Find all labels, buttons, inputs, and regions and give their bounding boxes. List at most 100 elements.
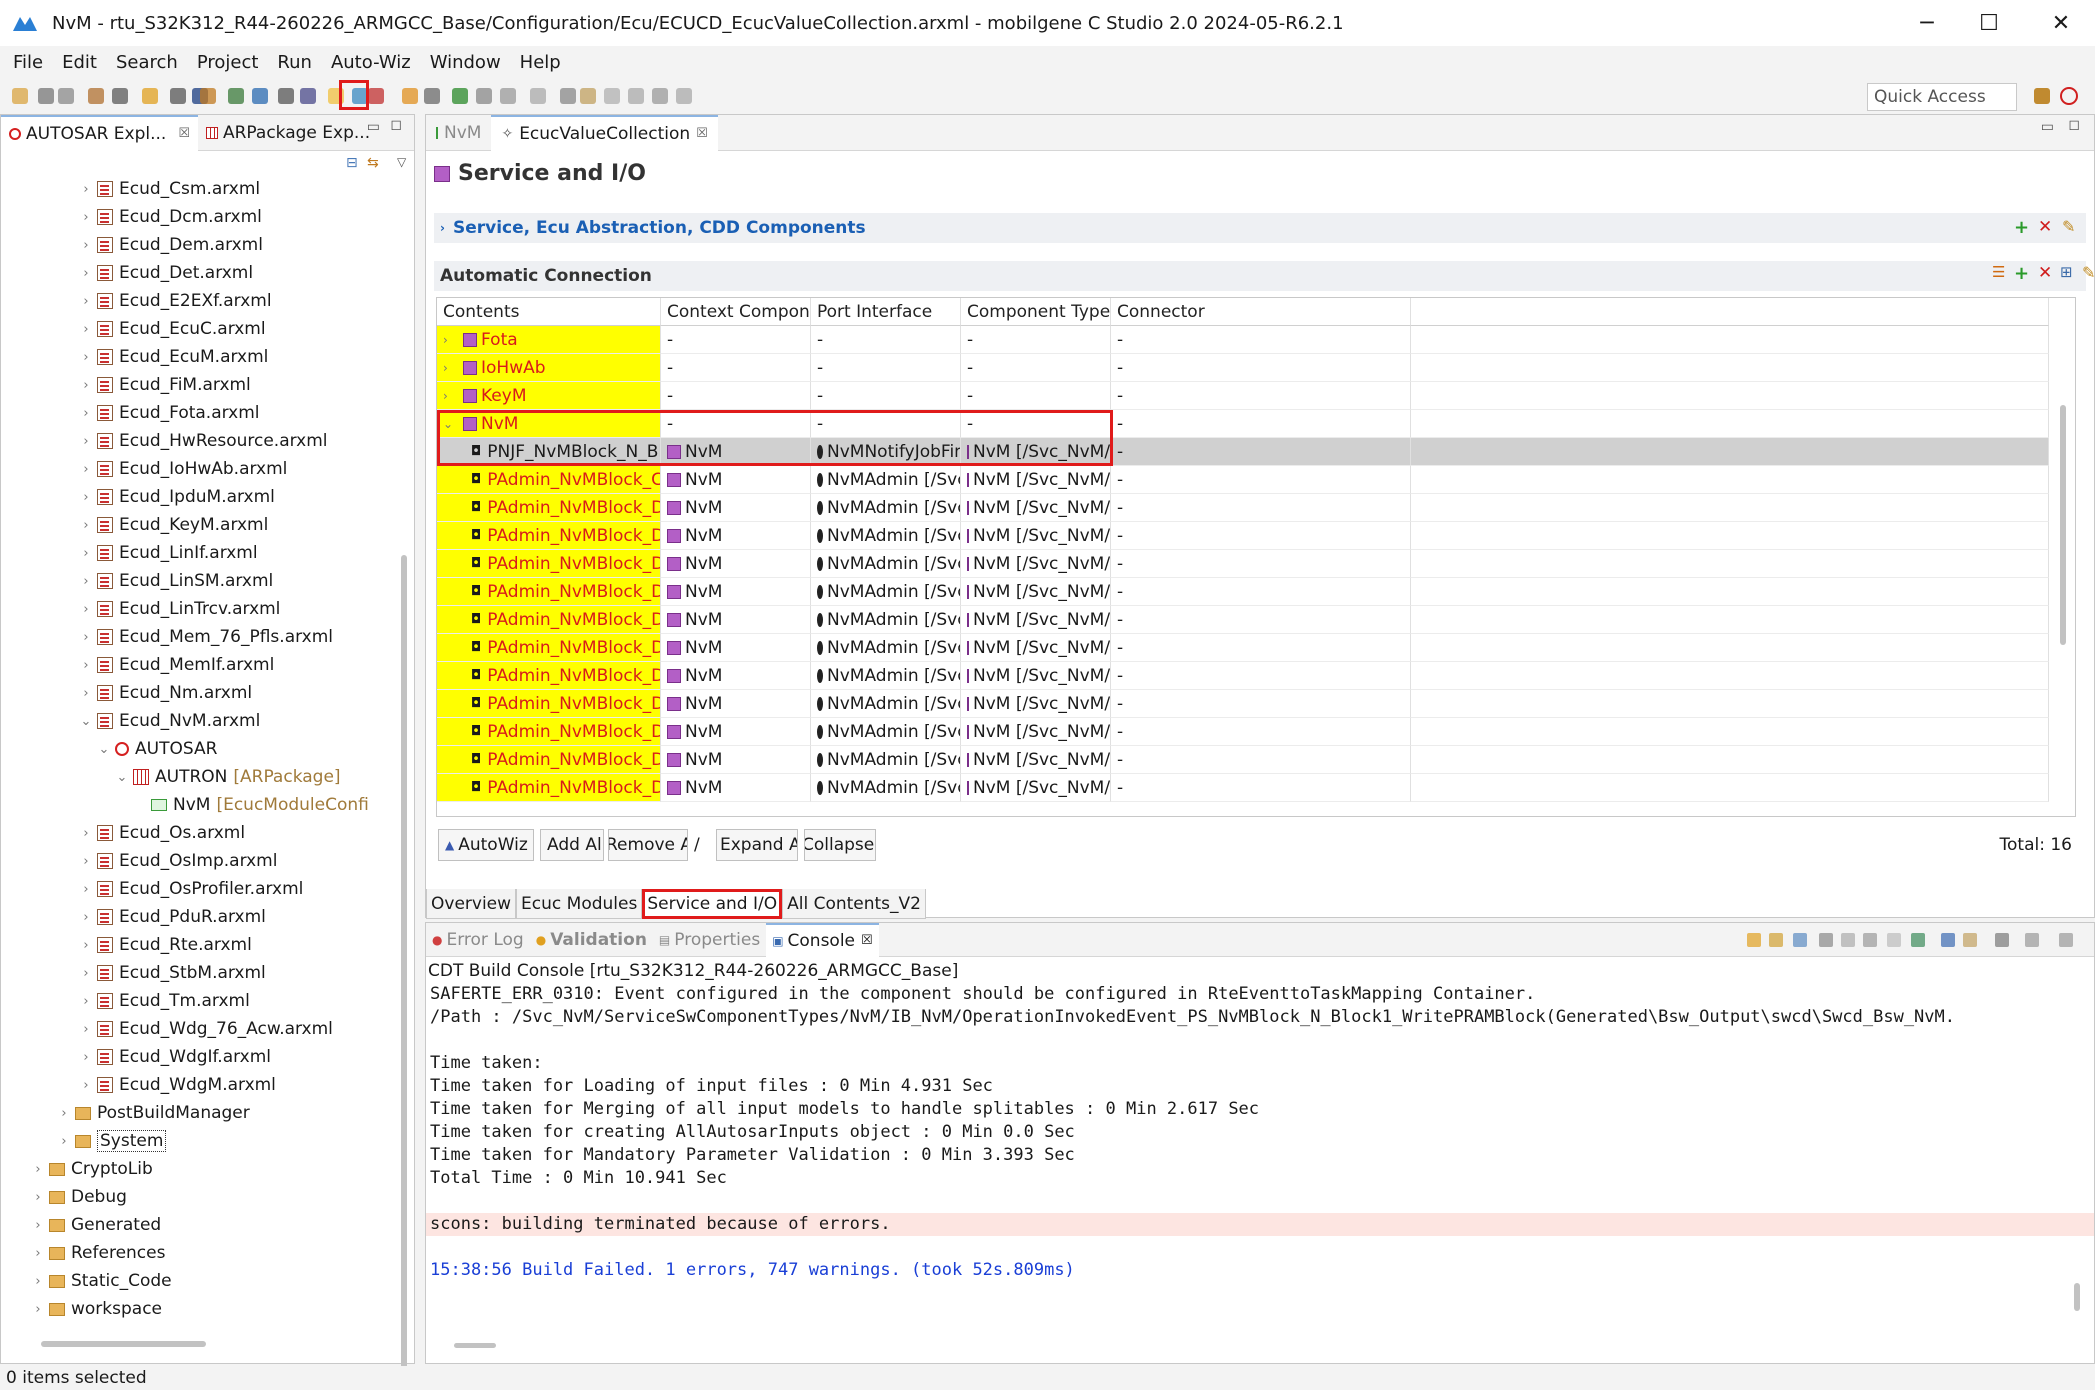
tree-hscrollbar[interactable] — [41, 1341, 206, 1347]
toolbar-tool-icon[interactable] — [628, 88, 644, 104]
cell-port[interactable]: NvMAdmin [/Svc_N... — [811, 606, 961, 634]
toolbar-tool-icon[interactable] — [530, 88, 546, 104]
chevron-icon[interactable]: › — [79, 1022, 93, 1037]
toolbar-tool-icon[interactable] — [476, 88, 492, 104]
minimize-button[interactable]: ─ — [1896, 0, 1958, 46]
table-row[interactable]: ◘ PAdmin_NvMBlock_DemMir NvM NvMAdmin [/Svc… — [437, 522, 2049, 550]
cell-contents[interactable]: › IoHwAb — [437, 354, 661, 382]
cell-conn[interactable]: - — [1111, 410, 1411, 438]
close-tab-icon[interactable]: ☒ — [861, 933, 873, 948]
maximize-editor-icon[interactable]: ◻ — [2068, 117, 2080, 133]
toolbar-tool-icon[interactable] — [452, 88, 468, 104]
minimize-view-icon[interactable]: ▭ — [367, 119, 380, 135]
cell-conn[interactable]: - — [1111, 774, 1411, 802]
chevron-icon[interactable]: › — [79, 574, 93, 589]
cell-type[interactable]: NvM [/Svc_NvM/Se... — [961, 606, 1111, 634]
menu-item-help[interactable]: Help — [520, 52, 561, 73]
toolbar-tool-icon[interactable] — [278, 88, 294, 104]
column-header[interactable]: Contents — [437, 298, 661, 326]
chevron-icon[interactable]: › — [79, 658, 93, 673]
cell-ctx[interactable]: - — [661, 326, 811, 354]
cell-type[interactable]: NvM [/Svc_NvM/Se... — [961, 690, 1111, 718]
chevron-icon[interactable]: › — [79, 1050, 93, 1065]
chevron-icon[interactable]: › — [443, 389, 453, 403]
cell-conn[interactable]: - — [1111, 326, 1411, 354]
page-tab-ecuc-modules[interactable]: Ecuc Modules — [516, 889, 643, 919]
cell-conn[interactable]: - — [1111, 606, 1411, 634]
link-with-editor-icon[interactable]: ⇆ — [367, 155, 379, 171]
chevron-icon[interactable]: › — [79, 630, 93, 645]
chevron-icon[interactable]: › — [79, 910, 93, 925]
toolbar-tool-icon[interactable] — [500, 88, 516, 104]
tree-item[interactable]: › Ecud_OsProfiler.arxml — [1, 875, 396, 903]
cell-contents[interactable]: ◘ PAdmin_NvMBlock_ConfigID — [437, 466, 661, 494]
collapse-all-icon[interactable]: ⊟ — [346, 155, 358, 171]
chevron-icon[interactable]: › — [31, 1218, 45, 1233]
chevron-icon[interactable]: › — [31, 1246, 45, 1261]
remove-icon[interactable] — [1863, 933, 1877, 947]
edit-icon[interactable]: ✎ — [2062, 217, 2075, 236]
chevron-icon[interactable]: › — [79, 434, 93, 449]
cell-type[interactable]: NvM [/Svc_NvM/Se... — [961, 550, 1111, 578]
cell-ctx[interactable]: NvM — [661, 774, 811, 802]
chevron-icon[interactable]: › — [79, 490, 93, 505]
tree-item[interactable]: ⌄ AUTRON [ARPackage] — [1, 763, 396, 791]
toolbar-tool-icon[interactable] — [58, 88, 74, 104]
cell-contents[interactable]: ◘ PAdmin_NvMBlock_DemMir — [437, 578, 661, 606]
toolbar-tool-icon[interactable] — [424, 88, 440, 104]
cell-port[interactable]: NvMAdmin [/Svc_N... — [811, 662, 961, 690]
column-header[interactable]: Context Component — [661, 298, 811, 326]
tab-console[interactable]: ▣ Console ☒ — [766, 922, 879, 957]
chevron-icon[interactable]: › — [31, 1302, 45, 1317]
remove-a-button[interactable]: Remove A — [608, 829, 688, 861]
tree-item[interactable]: › Ecud_Wdg_76_Acw.arxml — [1, 1015, 396, 1043]
table-row[interactable]: › KeyM - - - - — [437, 382, 2049, 410]
cell-conn[interactable]: - — [1111, 438, 1411, 466]
chevron-icon[interactable]: ⌄ — [79, 714, 93, 729]
cell-ctx[interactable]: NvM — [661, 550, 811, 578]
edit-connection-icon[interactable]: ✎ — [2082, 263, 2095, 282]
display-console-icon[interactable] — [1941, 933, 1955, 947]
cell-type[interactable]: NvM [/Svc_NvM/Se... — [961, 634, 1111, 662]
tab-nvm[interactable]: NvM — [426, 115, 491, 151]
chevron-icon[interactable]: › — [31, 1274, 45, 1289]
tree-item[interactable]: › Ecud_LinSM.arxml — [1, 567, 396, 595]
minimize-editor-icon[interactable]: ▭ — [2041, 119, 2054, 135]
cell-port[interactable]: - — [811, 382, 961, 410]
cell-contents[interactable]: ◘ PAdmin_NvMBlock_DemPer — [437, 634, 661, 662]
cell-conn[interactable]: - — [1111, 690, 1411, 718]
close-tab-icon[interactable]: ☒ — [696, 126, 708, 141]
add-connection-icon[interactable]: + — [2014, 263, 2029, 284]
chevron-icon[interactable]: › — [79, 350, 93, 365]
chevron-icon[interactable]: › — [79, 462, 93, 477]
tree-item[interactable]: › CryptoLib — [1, 1155, 396, 1183]
table-row[interactable]: ◘ PAdmin_NvMBlock_DemPri NvM NvMAdmin [/Svc… — [437, 746, 2049, 774]
chevron-icon[interactable]: › — [79, 826, 93, 841]
cell-ctx[interactable]: - — [661, 382, 811, 410]
chevron-icon[interactable]: › — [79, 266, 93, 281]
tree-item[interactable]: › Ecud_Det.arxml — [1, 259, 396, 287]
cell-port[interactable]: NvMAdmin [/Svc_N... — [811, 466, 961, 494]
chevron-icon[interactable]: › — [79, 322, 93, 337]
chevron-icon[interactable]: › — [57, 1134, 71, 1149]
word-wrap-icon[interactable] — [1769, 933, 1783, 947]
cell-conn[interactable]: - — [1111, 746, 1411, 774]
tab-validation[interactable]: ● Validation — [530, 923, 653, 957]
chevron-icon[interactable]: › — [79, 406, 93, 421]
cell-ctx[interactable]: NvM — [661, 578, 811, 606]
tree-item[interactable]: › Ecud_IoHwAb.arxml — [1, 455, 396, 483]
tree-item[interactable]: › Ecud_KeyM.arxml — [1, 511, 396, 539]
tab-arpackage-explorer[interactable]: ARPackage Exp... — [198, 115, 378, 151]
tab-properties[interactable]: ▤ Properties — [653, 923, 766, 957]
column-header[interactable]: Connector — [1111, 298, 1411, 326]
open-console-icon[interactable] — [1911, 933, 1925, 947]
section-service-components[interactable]: › Service, Ecu Abstraction, CDD Componen… — [434, 213, 2086, 243]
cell-contents[interactable]: ◘ PAdmin_NvMBlock_DemMir — [437, 522, 661, 550]
console-menu-icon[interactable] — [1995, 933, 2009, 947]
cell-conn[interactable]: - — [1111, 522, 1411, 550]
tree-item[interactable]: NvM [EcucModuleConfi — [1, 791, 396, 819]
menu-item-autowiz[interactable]: Auto-Wiz — [331, 52, 411, 73]
cell-ctx[interactable]: NvM — [661, 522, 811, 550]
toolbar-tool-icon[interactable] — [560, 88, 576, 104]
cell-port[interactable]: NvMAdmin [/Svc_N... — [811, 774, 961, 802]
